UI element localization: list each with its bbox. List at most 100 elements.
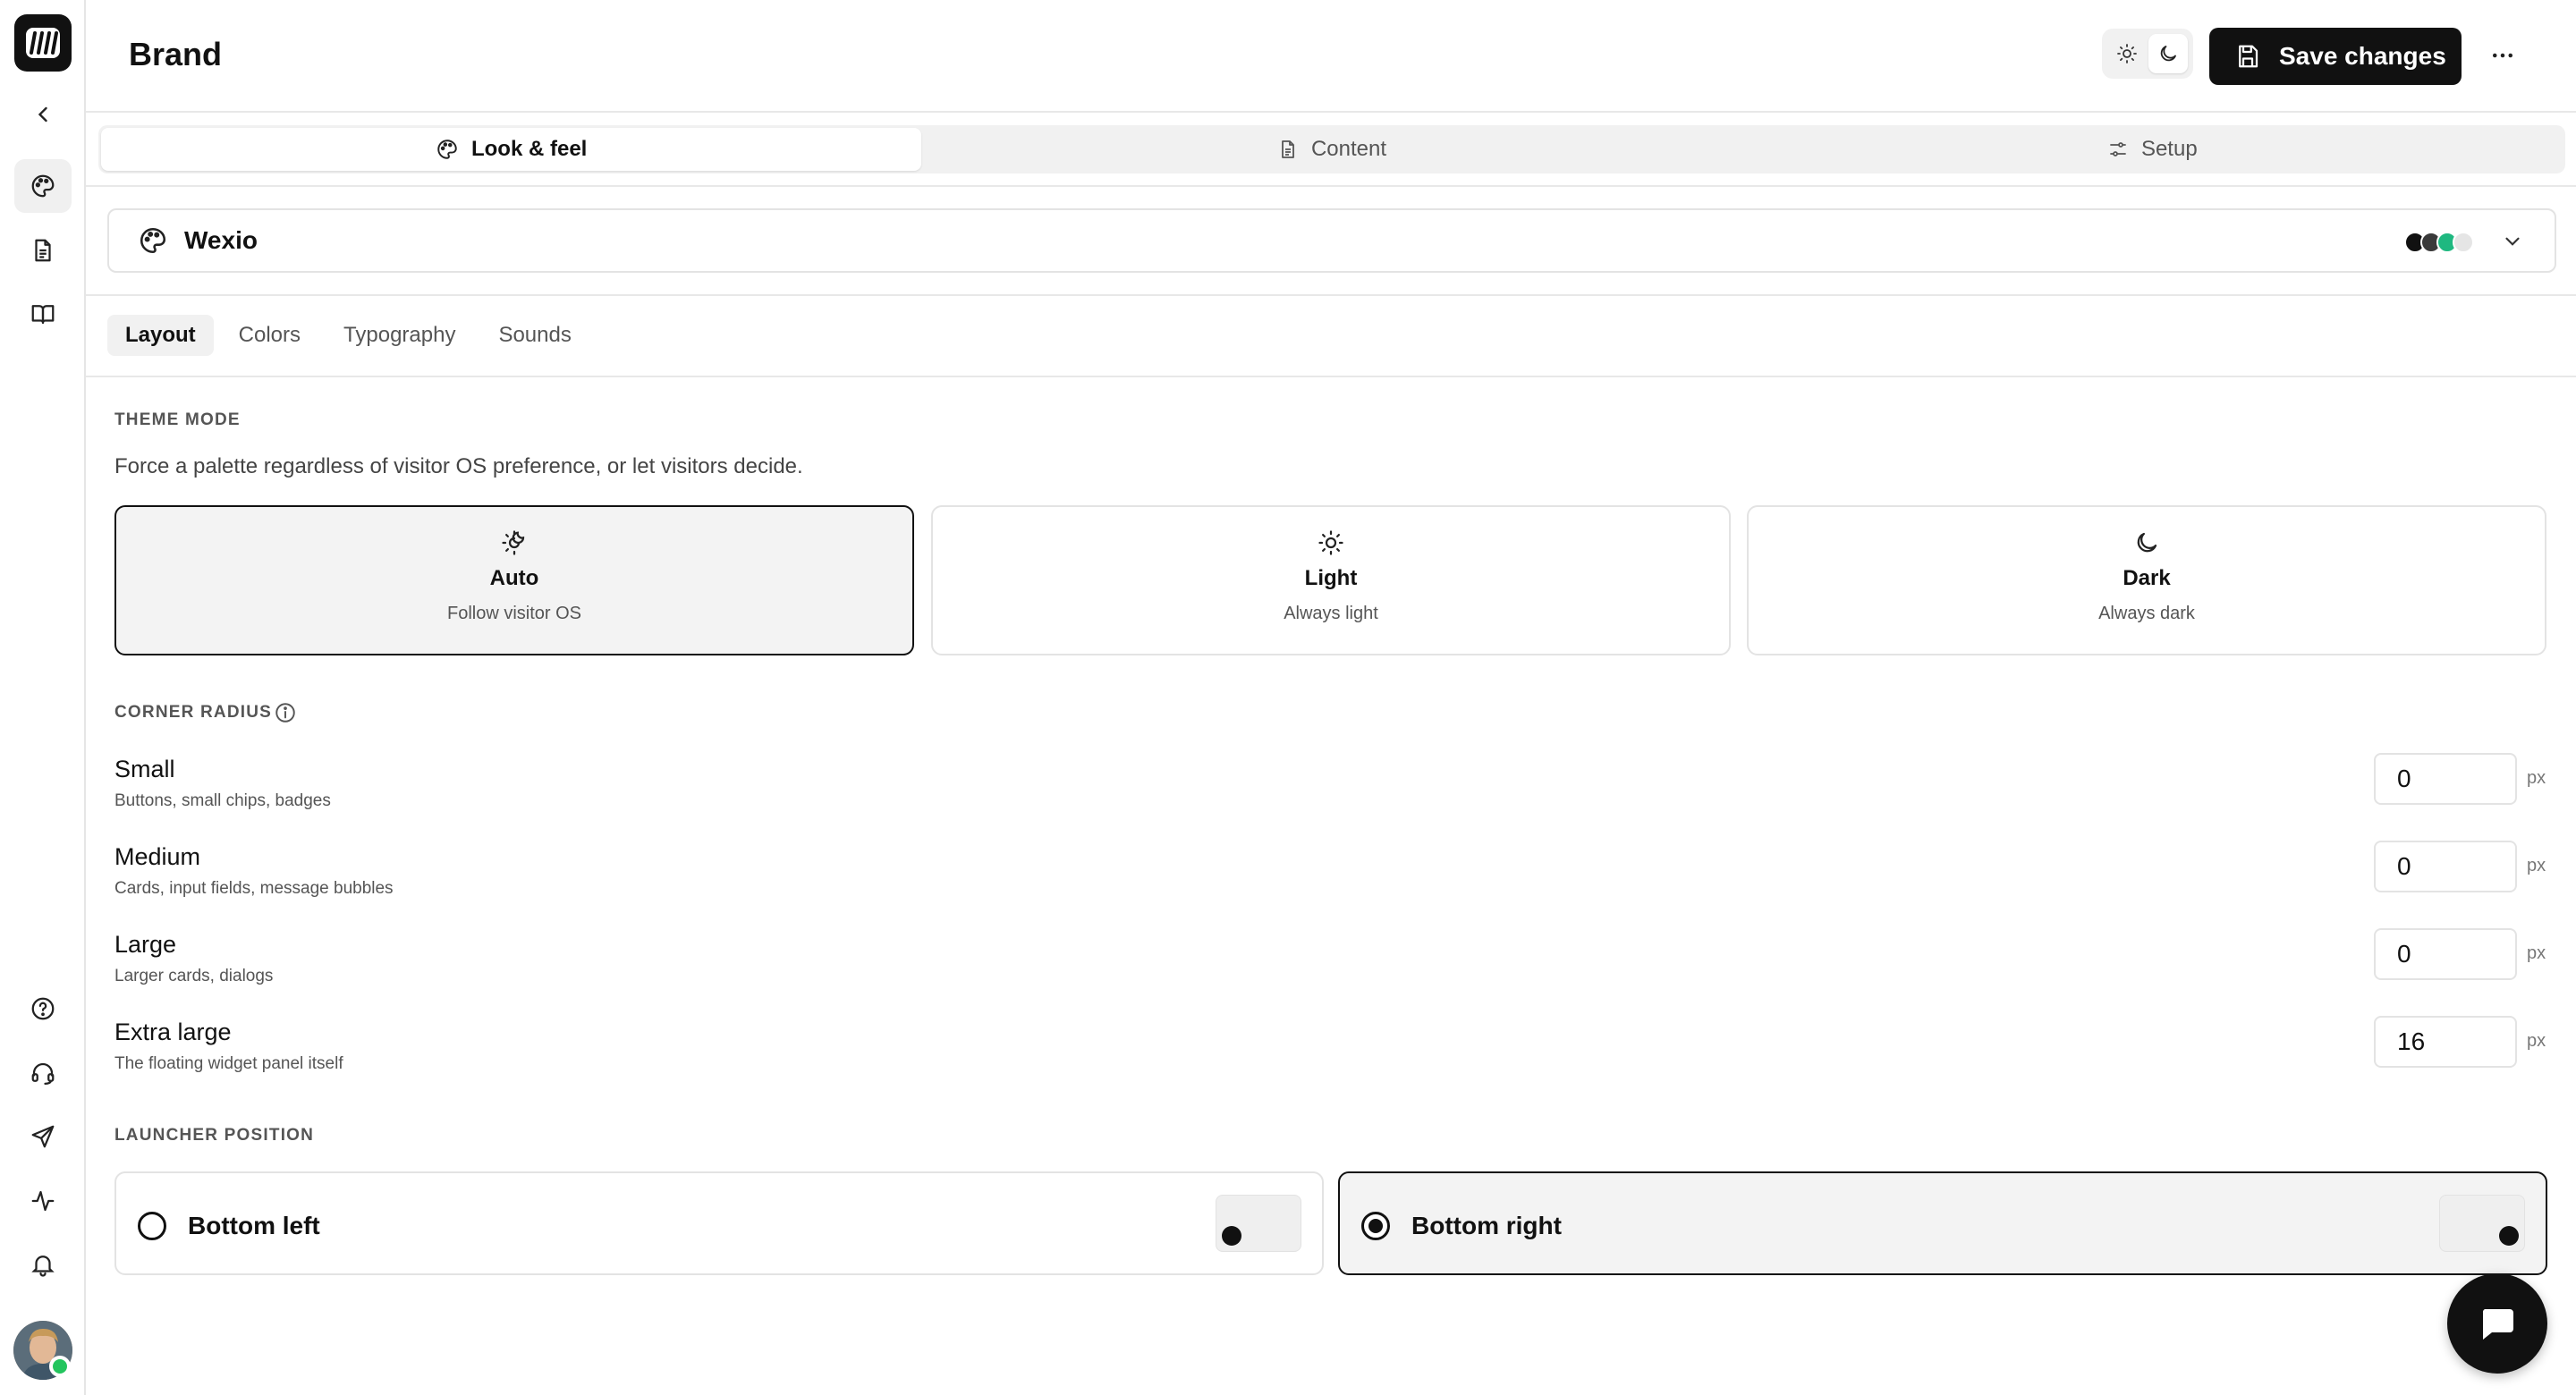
radius-description: Cards, input fields, message bubbles bbox=[114, 879, 394, 898]
sidebar-item-docs[interactable] bbox=[14, 287, 72, 341]
radius-input-small[interactable] bbox=[2374, 753, 2517, 805]
launcher-position-heading: LAUNCHER POSITION bbox=[114, 1126, 315, 1145]
divider bbox=[86, 294, 2576, 296]
moon-icon bbox=[2160, 46, 2176, 62]
save-icon bbox=[2239, 45, 2258, 68]
color-swatch bbox=[2453, 232, 2474, 253]
tab-setup[interactable]: Setup bbox=[1742, 128, 2563, 171]
radio-button[interactable] bbox=[1361, 1212, 1390, 1240]
moon-icon bbox=[2137, 532, 2157, 553]
save-changes-label: Save changes bbox=[2279, 42, 2446, 70]
sidebar-item-help[interactable] bbox=[14, 982, 72, 1036]
theme-option-title: Light bbox=[1304, 566, 1358, 590]
subtab-typography[interactable]: Typography bbox=[326, 315, 473, 356]
radius-description: Larger cards, dialogs bbox=[114, 967, 274, 985]
unit-label: px bbox=[2527, 1031, 2546, 1051]
brand-color-swatches bbox=[2404, 232, 2483, 253]
radius-label: Small bbox=[114, 756, 175, 782]
corner-radius-heading: CORNER RADIUS bbox=[114, 703, 273, 722]
radius-row-extra-large: Extra large The floating widget panel it… bbox=[114, 1016, 2576, 1090]
launcher-preview bbox=[1216, 1195, 1301, 1252]
sun-icon bbox=[2117, 44, 2137, 63]
book-open-icon bbox=[31, 305, 55, 325]
logo-icon bbox=[26, 28, 60, 58]
sidebar-item-activity[interactable] bbox=[14, 1174, 72, 1228]
tab-look-and-feel[interactable]: Look & feel bbox=[101, 128, 922, 171]
unit-label: px bbox=[2527, 768, 2546, 788]
page-header: Brand Save changes bbox=[86, 0, 2576, 113]
headset-icon bbox=[31, 1062, 55, 1085]
subtab-sounds[interactable]: Sounds bbox=[480, 315, 589, 356]
radius-input-medium[interactable] bbox=[2374, 841, 2517, 892]
radius-input-extra-large[interactable] bbox=[2374, 1016, 2517, 1068]
unit-label: px bbox=[2527, 856, 2546, 875]
document-icon bbox=[1282, 140, 1294, 158]
bell-icon bbox=[31, 1256, 55, 1277]
radius-input-large[interactable] bbox=[2374, 928, 2517, 980]
theme-mode-heading: THEME MODE bbox=[114, 410, 241, 429]
dark-theme-button[interactable] bbox=[2148, 34, 2188, 73]
theme-option-light[interactable]: Light Always light bbox=[931, 505, 1731, 655]
radius-label: Extra large bbox=[114, 1019, 232, 1045]
palette-icon bbox=[437, 140, 457, 159]
palette-icon bbox=[31, 174, 55, 198]
sliders-icon bbox=[2110, 142, 2126, 156]
theme-option-auto[interactable]: Auto Follow visitor OS bbox=[114, 505, 914, 655]
sidebar-item-support[interactable] bbox=[14, 1046, 72, 1100]
radius-row-small: Small Buttons, small chips, badges px bbox=[114, 753, 2576, 827]
document-icon bbox=[35, 239, 51, 262]
sidebar-item-brand[interactable] bbox=[14, 159, 72, 213]
theme-option-subtitle: Always dark bbox=[2098, 604, 2195, 623]
sub-tabs: Layout Colors Typography Sounds bbox=[107, 315, 589, 356]
light-theme-button[interactable] bbox=[2107, 34, 2147, 73]
chevron-down-icon bbox=[2505, 237, 2520, 246]
palette-icon bbox=[140, 227, 166, 254]
more-options-button[interactable] bbox=[2483, 36, 2522, 75]
online-status-dot bbox=[49, 1356, 71, 1377]
subtab-layout[interactable]: Layout bbox=[107, 315, 214, 356]
sidebar-item-send[interactable] bbox=[14, 1110, 72, 1163]
theme-option-subtitle: Always light bbox=[1284, 604, 1378, 623]
main-tabs: Look & feel Content Setup bbox=[98, 125, 2565, 173]
radius-row-large: Large Larger cards, dialogs px bbox=[114, 928, 2576, 1002]
radio-button[interactable] bbox=[138, 1212, 166, 1240]
launcher-preview bbox=[2439, 1195, 2525, 1252]
divider bbox=[86, 376, 2576, 377]
launcher-preview-dot bbox=[2499, 1226, 2519, 1246]
app-logo[interactable] bbox=[14, 14, 72, 72]
launcher-option-label: Bottom right bbox=[1411, 1212, 1562, 1239]
send-icon bbox=[31, 1125, 55, 1148]
tab-label: Setup bbox=[2140, 137, 2198, 161]
tab-label: Content bbox=[1310, 137, 1387, 161]
radius-label: Medium bbox=[114, 843, 201, 870]
theme-option-title: Dark bbox=[2123, 566, 2171, 590]
unit-label: px bbox=[2527, 943, 2546, 963]
help-circle-icon bbox=[31, 997, 55, 1020]
launcher-preview-dot bbox=[1222, 1226, 1241, 1246]
launcher-option-bottom-left[interactable]: Bottom left bbox=[114, 1171, 1324, 1275]
theme-option-subtitle: Follow visitor OS bbox=[446, 604, 582, 623]
radius-label: Large bbox=[114, 931, 177, 958]
sun-moon-icon bbox=[502, 530, 525, 555]
tab-content[interactable]: Content bbox=[921, 128, 1741, 171]
subtab-colors[interactable]: Colors bbox=[221, 315, 318, 356]
radio-selected-dot bbox=[1368, 1219, 1383, 1233]
sidebar-item-notifications[interactable] bbox=[14, 1238, 72, 1291]
theme-toggle bbox=[2102, 29, 2193, 79]
radius-description: The floating widget panel itself bbox=[114, 1054, 343, 1073]
collapse-sidebar-button[interactable] bbox=[14, 88, 72, 141]
theme-mode-description: Force a palette regardless of visitor OS… bbox=[114, 454, 803, 478]
chevron-left-icon bbox=[38, 106, 47, 123]
activity-icon bbox=[31, 1190, 55, 1212]
chat-launcher-button[interactable] bbox=[2447, 1273, 2547, 1374]
brand-name: Wexio bbox=[184, 226, 258, 254]
brand-selector[interactable]: Wexio bbox=[107, 208, 2556, 273]
sun-icon bbox=[1318, 530, 1343, 555]
launcher-option-bottom-right[interactable]: Bottom right bbox=[1338, 1171, 2547, 1275]
theme-option-dark[interactable]: Dark Always dark bbox=[1747, 505, 2546, 655]
save-changes-button[interactable]: Save changes bbox=[2209, 28, 2462, 85]
sidebar-item-content[interactable] bbox=[14, 224, 72, 277]
info-icon[interactable] bbox=[274, 701, 297, 724]
radius-row-medium: Medium Cards, input fields, message bubb… bbox=[114, 841, 2576, 915]
tab-label: Look & feel bbox=[470, 137, 588, 161]
